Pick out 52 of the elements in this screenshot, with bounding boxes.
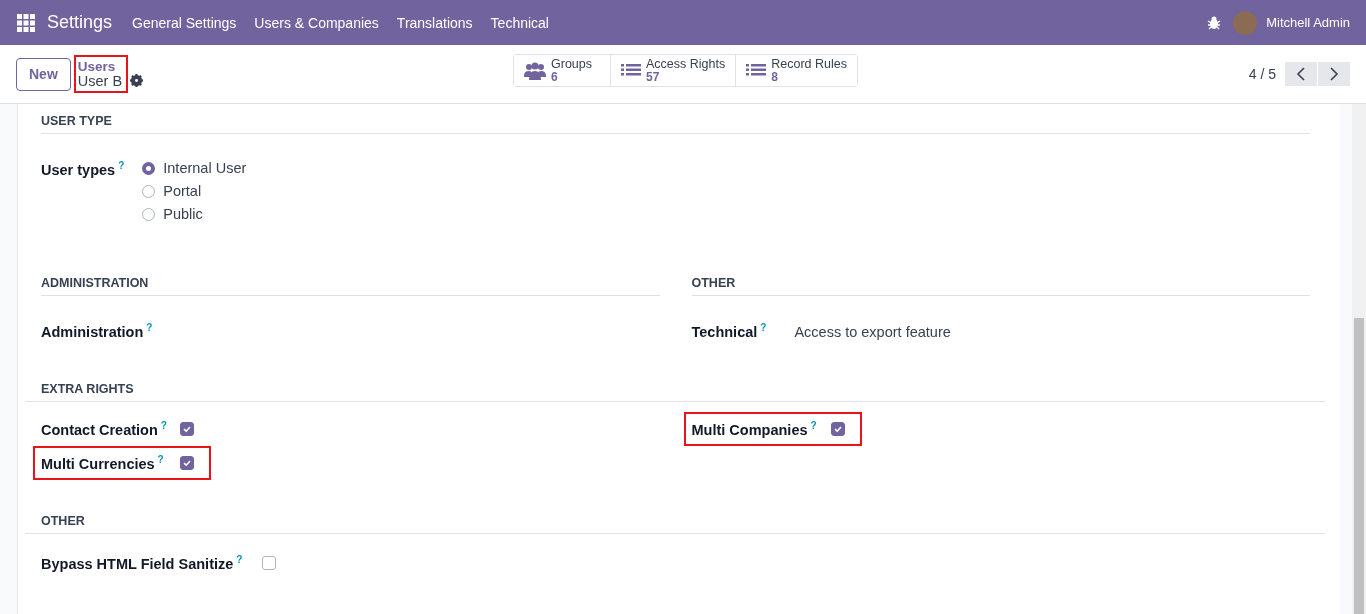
menu-item[interactable]: Translations — [396, 14, 473, 31]
field-label: Contact Creation $^{?}$ — [41, 420, 168, 438]
new-button[interactable]: New — [16, 57, 71, 91]
chevron-right-icon — [1329, 67, 1339, 81]
radio-label[interactable]: Internal User — [163, 160, 247, 176]
pager-counter[interactable]: 4 / 5 — [1248, 66, 1276, 82]
field-label: Administration $^{?}$ — [41, 322, 153, 340]
smart-button[interactable]: Record Rules 8 — [735, 55, 857, 86]
next-button[interactable] — [1318, 62, 1350, 86]
menu-item[interactable]: Users & Companies — [254, 14, 379, 31]
checkbox[interactable] — [180, 421, 194, 436]
section-heading: USER TYPE — [41, 114, 1310, 134]
help-tooltip-mark[interactable]: ? — [236, 553, 243, 565]
radio-label[interactable]: Portal — [163, 183, 202, 199]
section-heading: OTHER — [25, 513, 1325, 534]
user-name[interactable]: Mitchell Admin — [1266, 15, 1350, 30]
users-icon — [524, 61, 546, 80]
section-heading: ADMINISTRATION — [41, 276, 660, 296]
radio-label[interactable]: Public — [163, 206, 203, 222]
menu-item[interactable]: General Settings — [132, 14, 237, 31]
checkbox[interactable] — [830, 421, 845, 436]
app-title[interactable]: Settings — [47, 12, 113, 33]
help-tooltip-mark[interactable]: ? — [160, 420, 167, 431]
radio-button[interactable] — [142, 184, 156, 198]
menu-item[interactable]: Technical — [490, 14, 549, 31]
radio-button[interactable] — [142, 207, 156, 221]
list-icon — [621, 62, 641, 79]
help-tooltip-mark[interactable]: ? — [760, 322, 767, 333]
record-title: User B — [77, 74, 123, 89]
scrollbar[interactable] — [1352, 104, 1366, 614]
section-heading: OTHER — [691, 276, 1310, 296]
radio-button[interactable] — [142, 161, 156, 175]
field-value: Access to export feature — [794, 324, 951, 340]
help-tooltip-mark[interactable]: ? — [146, 322, 153, 333]
help-tooltip-mark[interactable]: ? — [810, 420, 817, 431]
apps-menu-icon[interactable] — [17, 13, 35, 32]
chevron-left-icon — [1296, 67, 1306, 81]
checkbox[interactable] — [262, 555, 277, 570]
previous-button[interactable] — [1285, 62, 1317, 86]
field-label: Technical $^{?}$ — [691, 322, 767, 340]
settings-icon[interactable] — [130, 73, 144, 87]
breadcrumb-link[interactable]: Users — [77, 59, 123, 74]
bug-icon[interactable] — [1207, 15, 1222, 30]
section-heading: EXTRA RIGHTS — [25, 382, 1325, 402]
help-tooltip-mark[interactable]: ? — [118, 160, 125, 171]
list-icon — [746, 62, 767, 79]
field-label: User types $^{?}$ — [41, 160, 125, 178]
field-label: Multi Currencies $^{?}$ — [41, 453, 165, 472]
field-label: Bypass HTML Field Sanitize $^{?}$ — [41, 553, 243, 572]
field-label: Multi Companies $^{?}$ — [691, 420, 818, 438]
help-tooltip-mark[interactable]: ? — [157, 453, 164, 465]
checkbox[interactable] — [180, 455, 194, 470]
